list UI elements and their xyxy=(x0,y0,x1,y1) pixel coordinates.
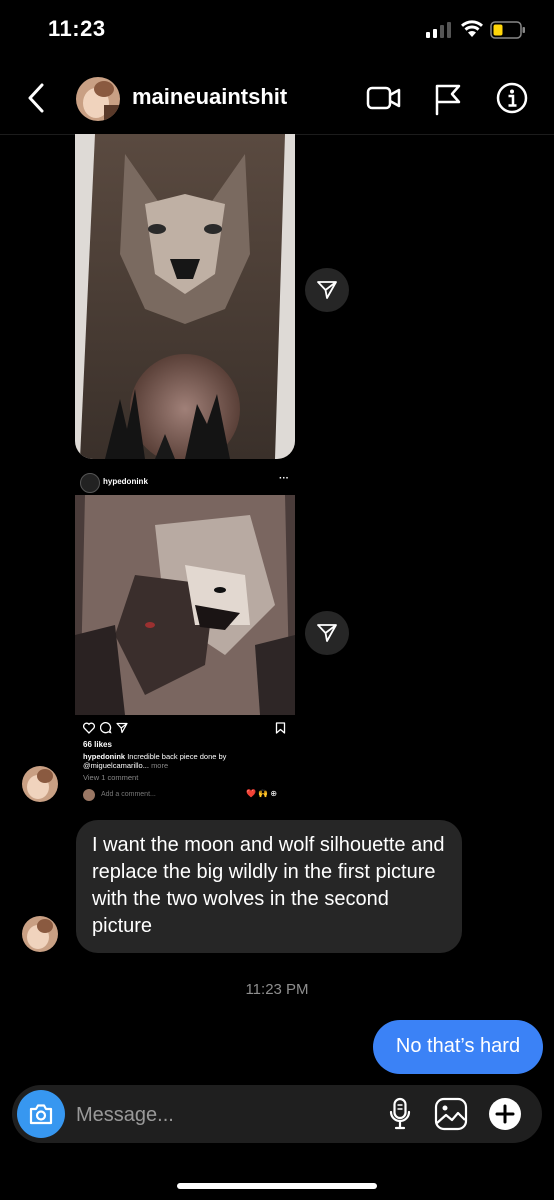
battery-icon xyxy=(490,21,525,39)
view-comments-link[interactable]: View 1 comment xyxy=(83,773,138,782)
plus-icon[interactable] xyxy=(488,1097,522,1131)
video-call-icon[interactable] xyxy=(366,82,402,114)
shared-image-wolf-tattoo[interactable] xyxy=(75,134,295,459)
message-input[interactable] xyxy=(74,1101,368,1129)
chat-header: maineuaintshit xyxy=(0,62,554,135)
post-avatar[interactable] xyxy=(80,473,100,493)
sender-avatar[interactable] xyxy=(22,766,58,802)
share-button-2[interactable] xyxy=(305,611,349,655)
home-indicator xyxy=(177,1183,377,1189)
message-timestamp: 11:23 PM xyxy=(245,981,309,998)
send-icon[interactable] xyxy=(116,722,128,734)
shared-post-image[interactable] xyxy=(75,495,295,715)
post-caption: hypedonink Incredible back piece done by… xyxy=(83,752,283,770)
likes-count: 66 likes xyxy=(83,740,112,749)
post-actions xyxy=(75,718,295,740)
chat-username[interactable]: maineuaintshit xyxy=(132,84,287,110)
bookmark-icon[interactable] xyxy=(275,722,286,734)
caption-more-link[interactable]: more xyxy=(151,761,168,770)
incoming-message-text: I want the moon and wolf silhouette and … xyxy=(92,834,445,937)
share-button[interactable] xyxy=(305,268,349,312)
share-icon xyxy=(317,624,337,642)
comment-icon[interactable] xyxy=(100,722,112,734)
caption-username: hypedonink xyxy=(83,752,126,761)
share-icon xyxy=(317,281,337,299)
quick-emojis[interactable]: ❤️ 🙌 ⊕ xyxy=(246,789,277,798)
more-options-icon[interactable]: ··· xyxy=(279,473,289,484)
status-bar: 11:23 xyxy=(0,0,554,60)
info-icon[interactable] xyxy=(496,82,528,114)
status-time: 11:23 xyxy=(48,16,106,41)
microphone-icon[interactable] xyxy=(388,1097,412,1131)
wifi-icon xyxy=(461,20,483,37)
add-comment-row: Add a comment... ❤️ 🙌 ⊕ xyxy=(83,787,295,803)
camera-button[interactable] xyxy=(17,1090,65,1138)
back-chevron-icon[interactable] xyxy=(24,82,48,114)
shared-post-header: hypedonink ··· xyxy=(75,470,295,494)
gallery-icon[interactable] xyxy=(434,1097,468,1131)
post-username[interactable]: hypedonink xyxy=(103,477,148,486)
outgoing-message-text: No that’s hard xyxy=(395,1035,521,1057)
sender-avatar[interactable] xyxy=(22,916,58,952)
message-composer xyxy=(12,1085,542,1143)
heart-icon[interactable] xyxy=(83,722,95,734)
outgoing-message-bubble[interactable]: No that’s hard xyxy=(373,1020,543,1074)
avatar[interactable] xyxy=(76,77,120,121)
comment-avatar xyxy=(83,789,95,801)
add-comment-placeholder[interactable]: Add a comment... xyxy=(101,791,156,798)
camera-icon xyxy=(29,1104,53,1125)
incoming-message-bubble[interactable]: I want the moon and wolf silhouette and … xyxy=(76,820,462,953)
cellular-signal-icon xyxy=(426,22,451,38)
flag-icon[interactable] xyxy=(433,82,463,116)
